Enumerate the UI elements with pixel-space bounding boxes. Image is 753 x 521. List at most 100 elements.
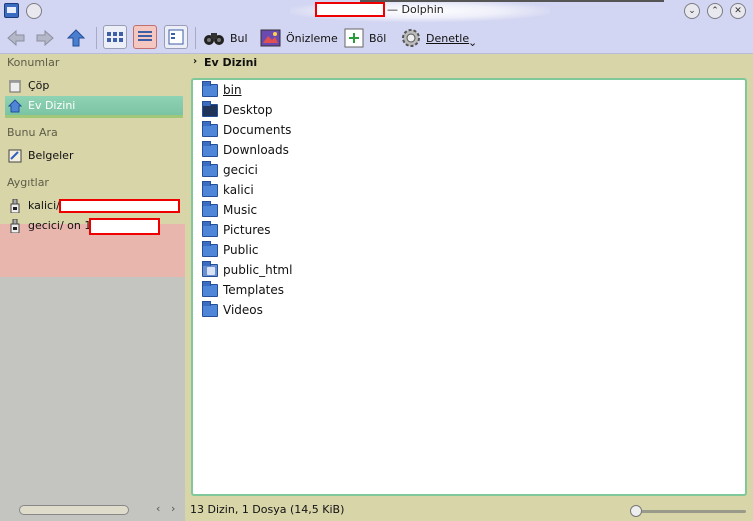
details-view-button[interactable] [133, 25, 157, 49]
preview-button[interactable]: Önizleme [260, 26, 338, 50]
file-item-pictures[interactable]: Pictures [202, 220, 271, 239]
find-button[interactable]: Bul [203, 26, 248, 50]
toolbar: Bul Önizleme Böl Denetle ⌄ [0, 22, 753, 54]
search-section-title: Bunu Ara [7, 126, 58, 139]
file-item-gecici[interactable]: gecici [202, 160, 258, 179]
split-view-icon [344, 28, 364, 48]
gear-icon [402, 29, 420, 47]
forward-button[interactable] [35, 26, 60, 50]
file-item-label: Documents [223, 123, 292, 137]
sidebar-horizontal-scrollbar[interactable]: ‹ › [5, 502, 183, 516]
breadcrumb-item-home[interactable]: Ev Dizini [204, 56, 257, 69]
folder-icon [202, 240, 218, 257]
file-item-label: Public [223, 243, 259, 257]
find-label: Bul [230, 31, 248, 45]
folder-icon [202, 120, 218, 137]
back-arrow-icon [7, 29, 25, 47]
breadcrumb-chevron-icon[interactable]: › [193, 56, 197, 67]
file-item-label: Downloads [223, 143, 289, 157]
columns-view-button[interactable] [164, 25, 188, 49]
split-label: Böl [369, 31, 387, 45]
folder-icon [202, 280, 218, 297]
folder-icon [202, 140, 218, 157]
file-item-desktop[interactable]: Desktop [202, 100, 273, 119]
title-bar: — Dolphin ⌄ ⌃ ✕ [0, 0, 753, 22]
usb-drive-icon [8, 218, 22, 233]
status-text: 13 Dizin, 1 Dosya (14,5 KiB) [190, 503, 345, 516]
sidebar-item-label: Çöp [28, 79, 50, 92]
device-name-redacted-box [59, 199, 180, 213]
file-item-downloads[interactable]: Downloads [202, 140, 289, 159]
back-button[interactable] [6, 26, 31, 50]
panel-splitter[interactable] [185, 54, 190, 521]
preview-icon [260, 29, 281, 47]
public-html-folder-icon [202, 260, 218, 277]
dolphin-window: — Dolphin ⌄ ⌃ ✕ Bul Önizleme Böl Denetle… [0, 0, 753, 521]
file-item-kalici[interactable]: kalici [202, 180, 254, 199]
sidebar-item-label: gecici/ on 1 [28, 219, 92, 232]
sidebar-item-home[interactable]: Ev Dizini [5, 96, 183, 115]
scroll-right-arrow-icon[interactable]: › [171, 502, 175, 515]
file-item-documents[interactable]: Documents [202, 120, 292, 139]
folder-icon [202, 300, 218, 317]
forward-arrow-icon [36, 29, 54, 47]
file-item-public[interactable]: Public [202, 240, 259, 259]
window-title: — Dolphin [387, 3, 444, 16]
home-icon [7, 98, 23, 113]
zoom-slider[interactable] [630, 505, 746, 517]
preview-label: Önizleme [286, 31, 338, 45]
binoculars-icon [204, 33, 224, 45]
icons-view-button[interactable] [103, 25, 127, 49]
control-menu-button[interactable]: Denetle [401, 26, 469, 50]
folder-icon [202, 220, 218, 237]
folder-bin-icon [202, 80, 218, 97]
more-actions-button[interactable]: ⌄ [468, 30, 477, 54]
places-panel: Konumlar Çöp Ev Dizini Bunu Ara Belgeler… [0, 54, 185, 521]
window-menu-icon[interactable] [4, 3, 19, 18]
details-view-icon [138, 31, 152, 43]
window-options-icon[interactable] [26, 3, 42, 19]
up-button[interactable] [66, 26, 91, 50]
file-item-label: public_html [223, 263, 293, 277]
zoom-slider-handle[interactable] [630, 505, 642, 517]
sidebar-item-label: Belgeler [28, 149, 74, 162]
minimize-button[interactable]: ⌄ [684, 3, 700, 19]
desktop-folder-icon [202, 100, 218, 117]
file-item-label: Music [223, 203, 258, 217]
file-item-bin[interactable]: bin [202, 80, 242, 99]
breadcrumb: › Ev Dizini [190, 54, 753, 72]
sidebar-item-label: Ev Dizini [28, 99, 76, 112]
folder-icon [202, 200, 218, 217]
file-item-videos[interactable]: Videos [202, 300, 263, 319]
scroll-left-arrow-icon[interactable]: ‹ [156, 502, 160, 515]
usb-drive-icon [8, 198, 22, 213]
file-item-label: kalici [223, 183, 254, 197]
file-view[interactable]: bin Desktop Documents Downloads gecici k… [191, 78, 747, 496]
folder-icon [202, 160, 218, 177]
device-name-redacted-box [89, 218, 160, 235]
title-redacted-box [315, 2, 385, 17]
file-item-label: Desktop [223, 103, 273, 117]
sidebar-item-trash[interactable]: Çöp [5, 76, 183, 95]
file-item-label: bin [223, 83, 242, 97]
close-button[interactable]: ✕ [730, 3, 746, 19]
documents-icon [8, 149, 22, 163]
file-item-templates[interactable]: Templates [202, 280, 285, 299]
file-item-label: Templates [223, 283, 285, 297]
scrollbar-thumb[interactable] [19, 505, 129, 515]
control-label: Denetle [426, 31, 470, 45]
icons-view-icon [107, 32, 123, 42]
split-button[interactable]: Böl [344, 26, 386, 50]
sidebar-item-documents[interactable]: Belgeler [5, 146, 183, 165]
file-item-label: Pictures [223, 223, 271, 237]
maximize-button[interactable]: ⌃ [707, 3, 723, 19]
file-item-public-html[interactable]: public_html [202, 260, 293, 279]
file-item-label: gecici [223, 163, 258, 177]
up-arrow-icon [66, 29, 86, 47]
columns-view-icon [168, 29, 184, 45]
file-item-label: Videos [223, 303, 263, 317]
devices-section-title: Aygıtlar [7, 176, 49, 189]
file-item-music[interactable]: Music [202, 200, 258, 219]
sidebar-item-label: kalici/ [28, 199, 60, 212]
trash-icon [8, 79, 22, 93]
